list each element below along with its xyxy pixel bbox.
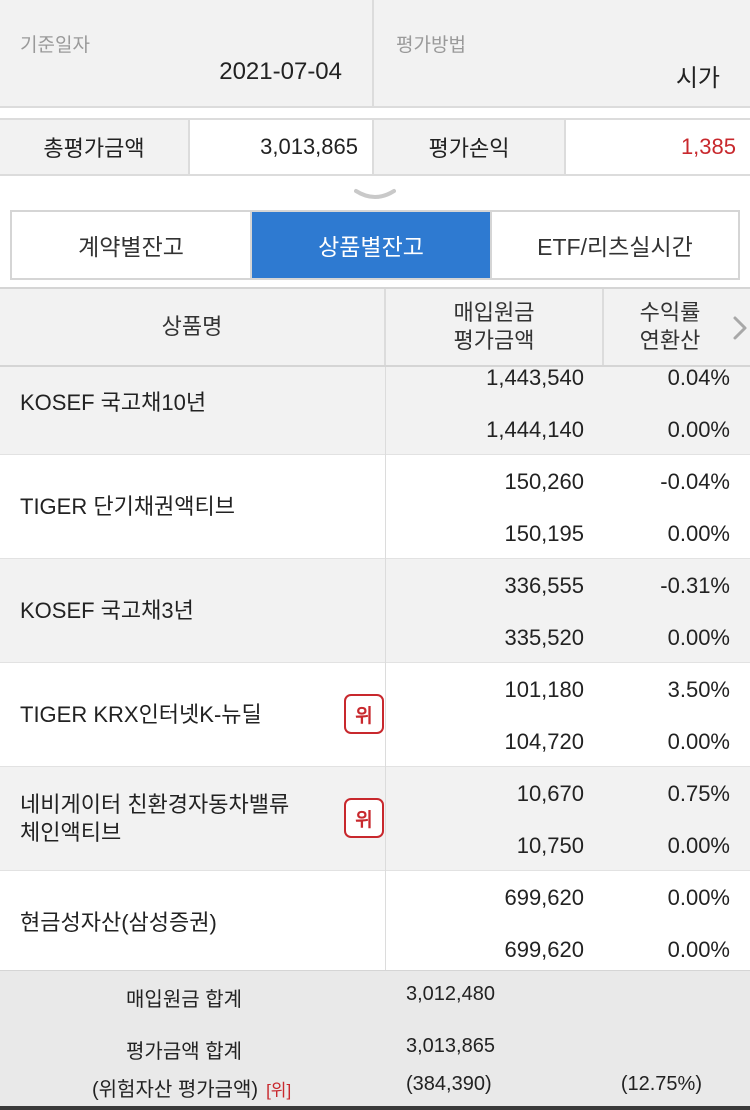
base-date-value: 2021-07-04 xyxy=(219,58,342,85)
bottom-edge xyxy=(0,1106,750,1110)
purchase-total-value: 3,012,480 xyxy=(406,983,495,1005)
purchase-amount: 150,260 xyxy=(504,469,584,494)
purchase-total-label: 매입원금 합계 xyxy=(126,989,242,1011)
tab-etf-reits-realtime[interactable]: ETF/리츠실시간 xyxy=(490,212,738,278)
column-divider xyxy=(385,559,386,663)
eval-amount: 150,195 xyxy=(504,521,584,546)
risk-eval-percent: (12.75%) xyxy=(620,1073,702,1095)
product-name-line1: 네비게이터 친환경자동차밸류 xyxy=(20,792,290,817)
annualized-rate: 0.00% xyxy=(667,417,730,442)
purchase-amount: 336,555 xyxy=(504,573,584,598)
risk-asset-badge: 위 xyxy=(344,798,384,838)
summary-strip: 총평가금액 3,013,865 평가손익 1,385 xyxy=(0,118,750,176)
annualized-rate: 0.00% xyxy=(667,729,730,754)
product-name-line1: KOSEF 국고채3년 xyxy=(20,598,194,623)
purchase-amount: 10,670 xyxy=(516,781,584,806)
pnl-value: 1,385 xyxy=(564,120,750,174)
product-name-line1: 현금성자산(삼성증권) xyxy=(20,910,217,935)
chevron-right-icon[interactable] xyxy=(732,315,748,341)
tab-product-balance[interactable]: 상품별잔고 xyxy=(252,212,490,278)
return-rate: -0.31% xyxy=(660,573,730,598)
eval-total-label: 평가금액 합계 xyxy=(126,1041,242,1063)
header-eval-label: 평가금액 xyxy=(453,328,535,353)
eval-total-value: 3,013,865 xyxy=(406,1035,495,1057)
balance-tabs: 계약별잔고 상품별잔고 ETF/리츠실시간 xyxy=(10,210,740,280)
header-purchase-label: 매입원금 xyxy=(453,300,535,325)
header-product-name: 상품명 xyxy=(0,289,386,365)
purchase-amount: 699,620 xyxy=(504,885,584,910)
eval-amount: 10,750 xyxy=(516,833,584,858)
product-name-line1: TIGER KRX인터넷K-뉴딜 xyxy=(20,702,262,727)
table-row[interactable]: 네비게이터 친환경자동차밸류 체인액티브 위 10,670 10,750 0.7… xyxy=(0,767,750,871)
header-amount: 매입원금 평가금액 xyxy=(386,289,604,365)
table-row[interactable]: 현금성자산(삼성증권) 699,620 699,620 0.00% 0.00% xyxy=(0,871,750,970)
product-name: TIGER 단기채권액티브 xyxy=(20,455,320,559)
return-rate: 0.75% xyxy=(667,781,730,806)
risk-eval-label-group: (위험자산 평가금액) [위] xyxy=(92,1073,291,1102)
column-divider xyxy=(385,455,386,559)
header-product-label: 상품명 xyxy=(161,314,223,339)
annualized-rate: 0.00% xyxy=(667,521,730,546)
collapse-chevron-icon[interactable] xyxy=(354,186,396,206)
table-header: 상품명 매입원금 평가금액 수익률 연환산 xyxy=(0,287,750,367)
header-return-label: 수익률 xyxy=(639,300,701,325)
eval-amount: 104,720 xyxy=(504,729,584,754)
eval-amount: 335,520 xyxy=(504,625,584,650)
pnl-label: 평가손익 xyxy=(374,120,564,174)
product-name: 네비게이터 친환경자동차밸류 체인액티브 xyxy=(20,767,320,871)
evaluation-info-panel: 기준일자 2021-07-04 평가방법 시가 xyxy=(0,0,750,108)
product-name-line1: KOSEF 국고채10년 xyxy=(20,390,207,415)
annualized-rate: 0.00% xyxy=(667,833,730,858)
product-name: KOSEF 국고채10년 xyxy=(20,367,320,455)
eval-method-cell: 평가방법 시가 xyxy=(376,0,750,106)
risk-eval-label: (위험자산 평가금액) xyxy=(92,1079,259,1101)
return-rate: 0.04% xyxy=(667,367,730,390)
annualized-rate: 0.00% xyxy=(667,937,730,962)
table-row[interactable]: KOSEF 국고채10년 1,443,540 1,444,140 0.04% 0… xyxy=(0,367,750,455)
risk-eval-value: (384,390) xyxy=(406,1073,492,1095)
tab-contract-balance[interactable]: 계약별잔고 xyxy=(12,212,252,278)
annualized-rate: 0.00% xyxy=(667,625,730,650)
total-eval-label: 총평가금액 xyxy=(0,120,188,174)
eval-amount: 1,444,140 xyxy=(486,417,584,442)
product-name-line1: TIGER 단기채권액티브 xyxy=(20,494,236,519)
total-eval-value: 3,013,865 xyxy=(188,120,374,174)
header-annualized-label: 연환산 xyxy=(639,328,701,353)
product-name: KOSEF 국고채3년 xyxy=(20,559,320,663)
return-rate: 3.50% xyxy=(667,677,730,702)
product-name: 현금성자산(삼성증권) xyxy=(20,871,320,970)
return-rate: -0.04% xyxy=(660,469,730,494)
return-rate: 0.00% xyxy=(667,885,730,910)
column-divider xyxy=(385,367,386,455)
base-date-label: 기준일자 xyxy=(20,35,90,56)
product-name-line2: 체인액티브 xyxy=(20,820,122,845)
purchase-amount: 101,180 xyxy=(504,677,584,702)
eval-method-value: 시가 xyxy=(675,65,720,92)
eval-amount: 699,620 xyxy=(504,937,584,962)
column-divider xyxy=(385,767,386,871)
risk-mark: [위] xyxy=(266,1081,292,1100)
column-divider xyxy=(385,663,386,767)
totals-footer: 매입원금 합계 3,012,480 평가금액 합계 3,013,865 (위험자… xyxy=(0,970,750,1110)
table-row[interactable]: TIGER KRX인터넷K-뉴딜 위 101,180 104,720 3.50%… xyxy=(0,663,750,767)
eval-method-label: 평가방법 xyxy=(396,35,466,56)
column-divider xyxy=(385,871,386,970)
table-row[interactable]: KOSEF 국고채3년 336,555 335,520 -0.31% 0.00% xyxy=(0,559,750,663)
risk-asset-badge: 위 xyxy=(344,694,384,734)
base-date-cell: 기준일자 2021-07-04 xyxy=(0,0,374,106)
table-row[interactable]: TIGER 단기채권액티브 150,260 150,195 -0.04% 0.0… xyxy=(0,455,750,559)
purchase-amount: 1,443,540 xyxy=(486,367,584,390)
product-table-body[interactable]: KOSEF 국고채10년 1,443,540 1,444,140 0.04% 0… xyxy=(0,367,750,970)
product-name: TIGER KRX인터넷K-뉴딜 xyxy=(20,663,320,767)
header-return: 수익률 연환산 xyxy=(604,289,750,365)
